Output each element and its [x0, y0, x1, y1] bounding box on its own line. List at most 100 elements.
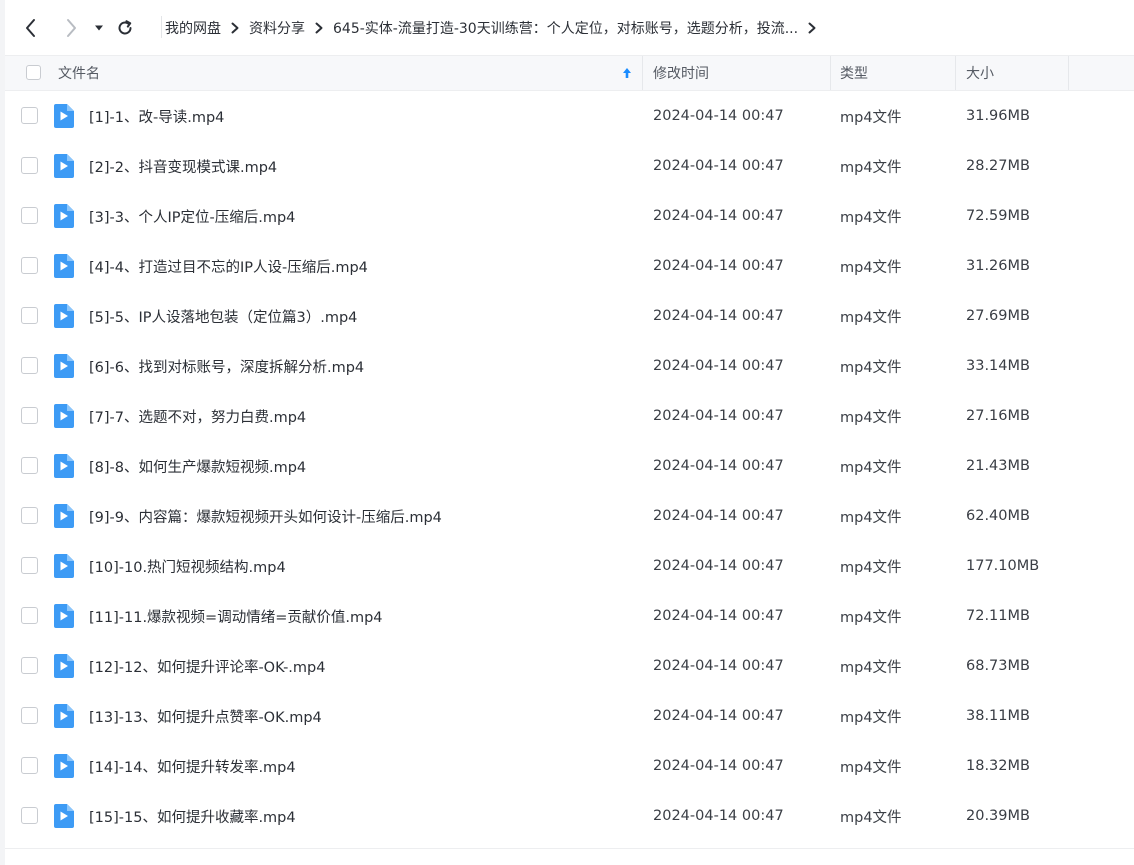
- column-header-size[interactable]: 大小: [966, 56, 994, 90]
- table-row[interactable]: [4]-4、打造过目不忘的IP人设-压缩后.mp4 2024-04-14 00:4…: [5, 241, 1134, 291]
- modified-time: 2024-04-14 00:47: [653, 208, 784, 224]
- video-file-icon: [52, 504, 74, 528]
- file-type: mp4文件: [840, 109, 902, 126]
- file-type: mp4文件: [840, 259, 902, 276]
- file-name[interactable]: [3]-3、个人IP定位-压缩后.mp4: [89, 191, 295, 241]
- file-size: 21.43MB: [966, 458, 1030, 474]
- file-name[interactable]: [13]-13、如何提升点赞率-OK.mp4: [89, 691, 322, 741]
- row-checkbox[interactable]: [21, 557, 38, 574]
- modified-time: 2024-04-14 00:47: [653, 508, 784, 524]
- row-checkbox[interactable]: [21, 307, 38, 324]
- row-checkbox[interactable]: [21, 407, 38, 424]
- column-header-type[interactable]: 类型: [840, 56, 868, 90]
- video-file-icon: [52, 204, 74, 228]
- video-file-icon: [52, 754, 74, 778]
- column-divider[interactable]: [642, 56, 643, 90]
- row-checkbox[interactable]: [21, 107, 38, 124]
- file-name[interactable]: [10]-10.热门短视频结构.mp4: [89, 541, 286, 591]
- table-row[interactable]: [2]-2、抖音变现模式课.mp4 2024-04-14 00:47 mp4文件 28…: [5, 141, 1134, 191]
- file-list: [1]-1、改-导读.mp4 2024-04-14 00:47 mp4文件 31.96…: [5, 91, 1134, 841]
- file-name[interactable]: [2]-2、抖音变现模式课.mp4: [89, 141, 277, 191]
- file-name[interactable]: [7]-7、选题不对，努力白费.mp4: [89, 391, 306, 441]
- file-type: mp4文件: [840, 509, 902, 526]
- modified-time: 2024-04-14 00:47: [653, 108, 784, 124]
- column-divider[interactable]: [955, 56, 956, 90]
- file-name[interactable]: [11]-11.爆款视频=调动情绪=贡献价值.mp4: [89, 591, 383, 641]
- table-row[interactable]: [9]-9、内容篇：爆款短视频开头如何设计-压缩后.mp4 2024-04-14 …: [5, 491, 1134, 541]
- list-bottom-border: [5, 848, 1134, 849]
- chevron-right-icon: [64, 18, 78, 38]
- table-header: 文件名 修改时间 类型 大小: [5, 55, 1134, 91]
- row-checkbox[interactable]: [21, 207, 38, 224]
- table-row[interactable]: [12]-12、如何提升评论率-OK-.mp4 2024-04-14 00:47 m…: [5, 641, 1134, 691]
- arrow-up-icon[interactable]: [622, 56, 632, 90]
- forward-button[interactable]: [59, 14, 83, 42]
- table-row[interactable]: [5]-5、IP人设落地包装（定位篇3）.mp4 2024-04-14 00:47…: [5, 291, 1134, 341]
- column-header-modified[interactable]: 修改时间: [653, 56, 709, 90]
- refresh-button[interactable]: [113, 14, 137, 42]
- video-file-icon: [52, 304, 74, 328]
- column-header-name[interactable]: 文件名: [58, 56, 100, 90]
- modified-time: 2024-04-14 00:47: [653, 658, 784, 674]
- table-row[interactable]: [14]-14、如何提升转发率.mp4 2024-04-14 00:47 mp4文件…: [5, 741, 1134, 791]
- file-name[interactable]: [14]-14、如何提升转发率.mp4: [89, 741, 296, 791]
- table-row[interactable]: [8]-8、如何生产爆款短视频.mp4 2024-04-14 00:47 mp4文件…: [5, 441, 1134, 491]
- column-divider[interactable]: [1068, 56, 1069, 90]
- table-row[interactable]: [3]-3、个人IP定位-压缩后.mp4 2024-04-14 00:47 mp4文…: [5, 191, 1134, 241]
- column-divider[interactable]: [830, 56, 831, 90]
- file-size: 28.27MB: [966, 158, 1030, 174]
- file-name[interactable]: [4]-4、打造过目不忘的IP人设-压缩后.mp4: [89, 241, 368, 291]
- table-row[interactable]: [10]-10.热门短视频结构.mp4 2024-04-14 00:47 mp4文件…: [5, 541, 1134, 591]
- table-row[interactable]: [6]-6、找到对标账号，深度拆解分析.mp4 2024-04-14 00:47 m…: [5, 341, 1134, 391]
- column-header-type-label: 类型: [840, 66, 868, 82]
- row-checkbox[interactable]: [21, 657, 38, 674]
- table-row[interactable]: [7]-7、选题不对，努力白费.mp4 2024-04-14 00:47 mp4文件…: [5, 391, 1134, 441]
- chevron-right-icon: [309, 18, 329, 38]
- file-type: mp4文件: [840, 809, 902, 826]
- file-size: 27.16MB: [966, 408, 1030, 424]
- refresh-icon: [116, 19, 134, 37]
- table-row[interactable]: [13]-13、如何提升点赞率-OK.mp4 2024-04-14 00:47 mp…: [5, 691, 1134, 741]
- video-file-icon: [52, 804, 74, 828]
- row-checkbox[interactable]: [21, 707, 38, 724]
- row-checkbox[interactable]: [21, 257, 38, 274]
- select-all-checkbox[interactable]: [26, 65, 41, 80]
- table-row[interactable]: [1]-1、改-导读.mp4 2024-04-14 00:47 mp4文件 31.96…: [5, 91, 1134, 141]
- file-size: 177.10MB: [966, 558, 1040, 574]
- table-row[interactable]: [11]-11.爆款视频=调动情绪=贡献价值.mp4 2024-04-14 00:…: [5, 591, 1134, 641]
- file-size: 68.73MB: [966, 658, 1030, 674]
- file-type: mp4文件: [840, 359, 902, 376]
- column-header-modified-label: 修改时间: [653, 66, 709, 82]
- file-type: mp4文件: [840, 659, 902, 676]
- modified-time: 2024-04-14 00:47: [653, 708, 784, 724]
- file-name[interactable]: [12]-12、如何提升评论率-OK-.mp4: [89, 641, 325, 691]
- video-file-icon: [52, 604, 74, 628]
- file-name[interactable]: [5]-5、IP人设落地包装（定位篇3）.mp4: [89, 291, 357, 341]
- file-size: 72.11MB: [966, 608, 1030, 624]
- file-name[interactable]: [9]-9、内容篇：爆款短视频开头如何设计-压缩后.mp4: [89, 491, 442, 541]
- file-name[interactable]: [1]-1、改-导读.mp4: [89, 91, 224, 141]
- file-name[interactable]: [6]-6、找到对标账号，深度拆解分析.mp4: [89, 341, 364, 391]
- row-checkbox[interactable]: [21, 807, 38, 824]
- back-button[interactable]: [19, 14, 43, 42]
- row-checkbox[interactable]: [21, 607, 38, 624]
- breadcrumb-item-current-folder[interactable]: 645-实体-流量打造-30天训练营：个人定位，对标账号，选题分析，投流...: [333, 18, 798, 38]
- file-type: mp4文件: [840, 409, 902, 426]
- file-name[interactable]: [8]-8、如何生产爆款短视频.mp4: [89, 441, 306, 491]
- video-file-icon: [52, 554, 74, 578]
- row-checkbox[interactable]: [21, 507, 38, 524]
- modified-time: 2024-04-14 00:47: [653, 458, 784, 474]
- video-file-icon: [52, 404, 74, 428]
- breadcrumb-item-root[interactable]: 我的网盘: [165, 18, 221, 38]
- chevron-right-icon[interactable]: [802, 18, 822, 38]
- file-type: mp4文件: [840, 759, 902, 776]
- history-dropdown-button[interactable]: [89, 14, 109, 42]
- row-checkbox[interactable]: [21, 357, 38, 374]
- table-row[interactable]: [15]-15、如何提升收藏率.mp4 2024-04-14 00:47 mp4文件…: [5, 791, 1134, 841]
- row-checkbox[interactable]: [21, 457, 38, 474]
- row-checkbox[interactable]: [21, 757, 38, 774]
- file-type: mp4文件: [840, 159, 902, 176]
- row-checkbox[interactable]: [21, 157, 38, 174]
- breadcrumb-item-share[interactable]: 资料分享: [249, 18, 305, 38]
- file-name[interactable]: [15]-15、如何提升收藏率.mp4: [89, 791, 296, 841]
